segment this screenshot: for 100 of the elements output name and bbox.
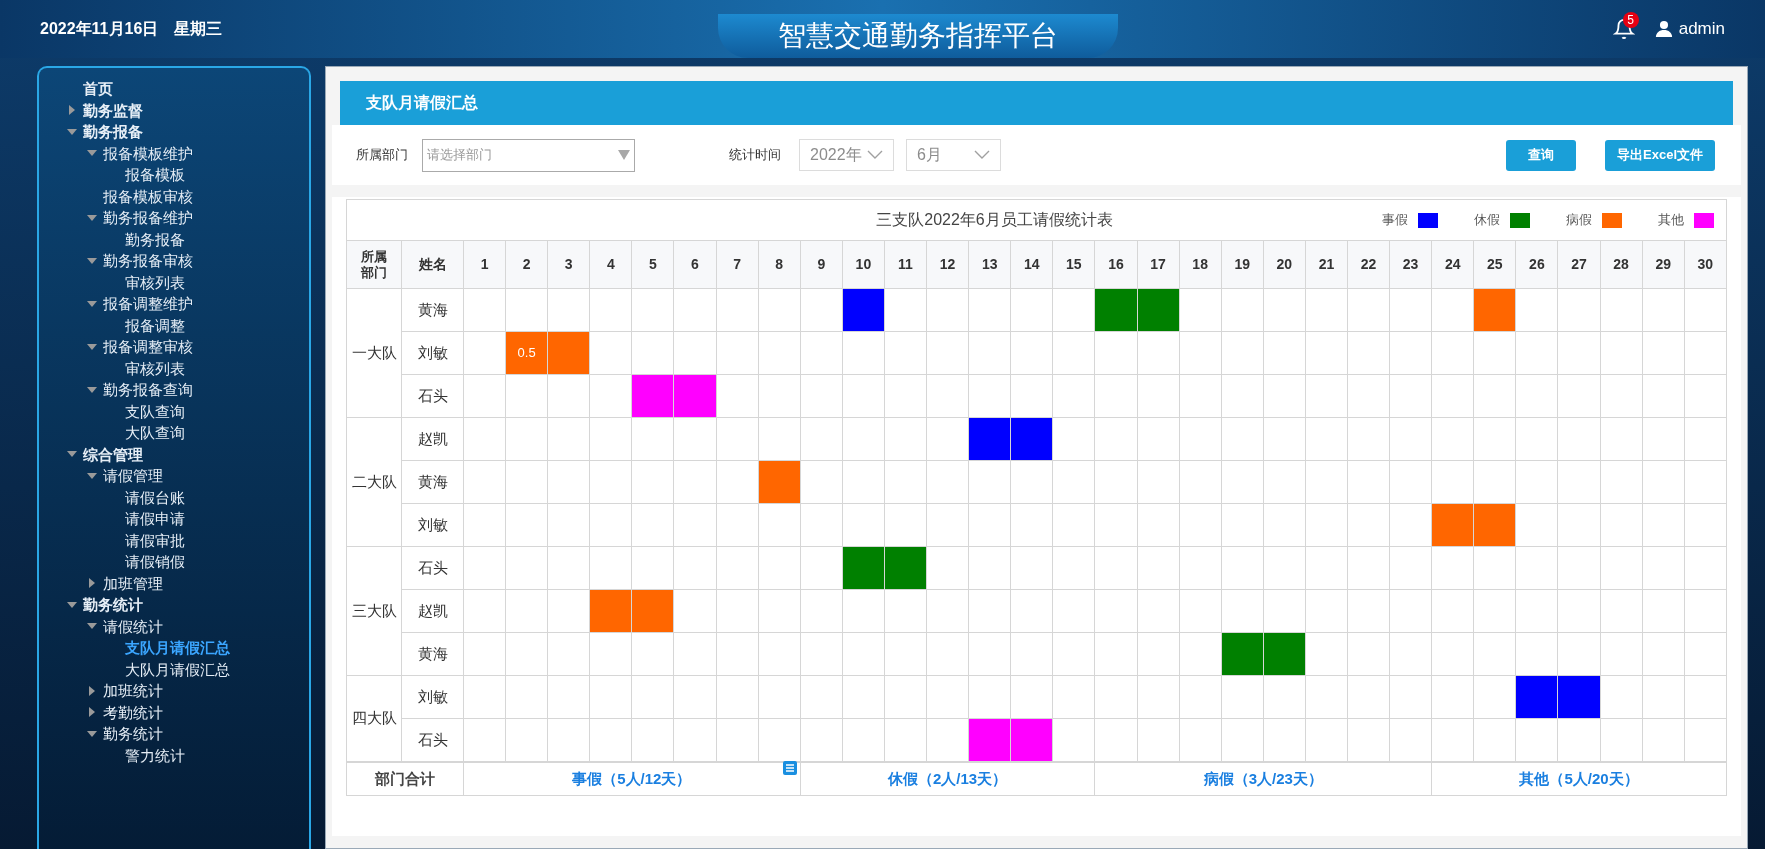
sidebar-item[interactable]: 加班统计 (103, 683, 163, 699)
month-select[interactable]: 6月 (906, 139, 1001, 171)
day-header: 23 (1389, 240, 1432, 289)
caret-down-icon[interactable] (87, 728, 97, 739)
sidebar-item[interactable]: 审核列表 (125, 274, 185, 290)
day-header: 6 (673, 240, 717, 289)
day-header: 10 (842, 240, 885, 289)
day-header: 28 (1600, 240, 1643, 289)
sidebar-item[interactable]: 勤务报备 (83, 124, 143, 140)
filter-label: 统计时间 (729, 146, 781, 165)
department-cell: 三大队 (346, 546, 402, 676)
name-cell: 赵凯 (401, 417, 464, 461)
legend-label: 病假 (1566, 211, 1592, 230)
sidebar-item[interactable]: 考勤统计 (103, 704, 163, 720)
caret-down-icon[interactable] (87, 341, 97, 352)
sidebar-item[interactable]: 请假统计 (103, 618, 163, 634)
day-header: 16 (1094, 240, 1137, 289)
sidebar-item[interactable]: 大队查询 (125, 425, 185, 441)
sidebar-item[interactable]: 大队月请假汇总 (125, 661, 230, 677)
sidebar-item[interactable]: 加班管理 (103, 575, 163, 591)
day-header: 22 (1347, 240, 1390, 289)
caret-down-icon[interactable] (67, 126, 77, 137)
sidebar-item[interactable]: 请假台账 (125, 489, 185, 505)
sidebar-item[interactable]: 首页 (83, 81, 113, 97)
chevron-down-icon (867, 150, 883, 160)
day-header: 8 (758, 240, 801, 289)
leave-total[interactable]: 病假（3人/23天） (1203, 769, 1323, 787)
day-header: 5 (631, 240, 674, 289)
sidebar-item[interactable]: 勤务监督 (83, 102, 143, 118)
sidebar-item[interactable]: 支队查询 (125, 403, 185, 419)
sidebar-item[interactable]: 请假管理 (103, 468, 163, 484)
sidebar-item[interactable]: 报备调整维护 (103, 296, 193, 312)
caret-down-icon[interactable] (67, 599, 77, 610)
day-header: 17 (1137, 240, 1180, 289)
sidebar-item[interactable]: 勤务报备审核 (103, 253, 193, 269)
username[interactable]: admin (1678, 16, 1725, 42)
leave-total[interactable]: 事假（5人/12天） (572, 769, 692, 787)
name-cell: 刘敏 (401, 331, 464, 375)
department-cell: 一大队 (346, 288, 402, 418)
day-header: 21 (1305, 240, 1348, 289)
sidebar-item[interactable]: 勤务统计 (103, 726, 163, 742)
sidebar-item[interactable]: 勤务报备查询 (103, 382, 193, 398)
sidebar-item[interactable]: 报备调整 (125, 317, 185, 333)
sidebar-item[interactable]: 勤务报备 (125, 231, 185, 247)
platform-title: 智慧交通勤务指挥平台 (717, 14, 1118, 58)
leave-block: 0.5 (505, 331, 548, 375)
day-header: 29 (1642, 240, 1685, 289)
day-header: 14 (1010, 240, 1053, 289)
sidebar-item[interactable]: 报备模板维护 (103, 145, 193, 161)
day-header: 26 (1515, 240, 1558, 289)
sidebar-item[interactable]: 报备模板 (125, 167, 185, 183)
name-cell: 黄海 (401, 460, 464, 504)
day-header: 2 (505, 240, 548, 289)
name-cell: 石头 (401, 374, 464, 418)
caret-right-icon[interactable] (67, 105, 77, 116)
caret-right-icon[interactable] (87, 707, 97, 718)
name-cell: 黄海 (401, 288, 464, 332)
caret-right-icon[interactable] (87, 578, 97, 589)
sidebar-item[interactable]: 警力统计 (125, 747, 185, 763)
user-icon[interactable] (1654, 20, 1673, 38)
sidebar-item[interactable]: 支队月请假汇总 (125, 640, 230, 656)
sidebar-item[interactable]: 请假销假 (125, 554, 185, 570)
sidebar-item[interactable]: 审核列表 (125, 360, 185, 376)
sidebar-item[interactable]: 报备模板审核 (103, 188, 193, 204)
department-cell: 二大队 (346, 417, 402, 547)
caret-down-icon[interactable] (87, 470, 97, 481)
day-header: 18 (1179, 240, 1222, 289)
sidebar-item[interactable]: 请假申请 (125, 511, 185, 527)
name-cell: 赵凯 (401, 589, 464, 633)
day-header: 4 (589, 240, 632, 289)
table-title: 三支队2022年6月员工请假统计表 (876, 210, 1113, 230)
legend-label: 事假 (1382, 211, 1408, 230)
column-header: 姓名 (401, 240, 464, 289)
day-header: 19 (1221, 240, 1264, 289)
caret-right-icon[interactable] (87, 685, 97, 696)
day-header: 12 (926, 240, 969, 289)
day-header: 11 (884, 240, 927, 289)
caret-down-icon[interactable] (87, 255, 97, 266)
sidebar-item[interactable]: 勤务统计 (83, 597, 143, 613)
chevron-down-icon (974, 150, 990, 160)
sidebar-item[interactable]: 报备调整审核 (103, 339, 193, 355)
sidebar-item[interactable]: 勤务报备维护 (103, 210, 193, 226)
caret-down-icon[interactable] (87, 298, 97, 309)
filter-label: 所属部门 (356, 146, 408, 165)
day-header: 24 (1431, 240, 1474, 289)
day-header: 30 (1684, 240, 1727, 289)
notification-badge: 5 (1622, 12, 1639, 28)
name-cell: 黄海 (401, 632, 464, 676)
name-cell: 石头 (401, 546, 464, 590)
name-cell: 刘敏 (401, 503, 464, 547)
caret-down-icon[interactable] (87, 212, 97, 223)
sidebar-item[interactable]: 请假审批 (125, 532, 185, 548)
dropdown-triangle-icon (618, 150, 630, 160)
weekday: 星期三 (174, 19, 223, 39)
caret-down-icon[interactable] (87, 384, 97, 395)
day-header: 9 (800, 240, 843, 289)
sidebar-item[interactable]: 综合管理 (83, 446, 143, 462)
day-header: 7 (716, 240, 759, 289)
day-header: 13 (968, 240, 1011, 289)
day-header: 15 (1052, 240, 1095, 289)
